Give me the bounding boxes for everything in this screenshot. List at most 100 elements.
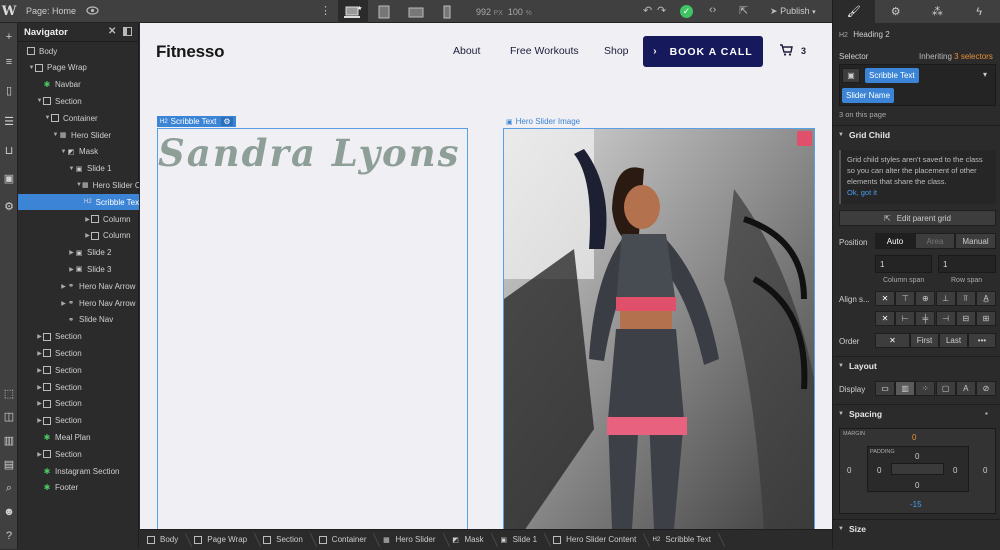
navigator-item[interactable]: ▶ ⚭ Hero Nav Arrow (18, 278, 139, 294)
position-area-button[interactable]: Area (915, 233, 955, 249)
position-manual-button[interactable]: Manual (955, 233, 996, 249)
spacing-options-icon[interactable]: ▪ (985, 409, 988, 418)
caret-icon[interactable]: ▼ (68, 166, 75, 172)
hero-slider-image[interactable] (503, 128, 815, 529)
ok-got-it-link[interactable]: Ok, got it (847, 188, 877, 197)
scribble-heading[interactable]: Sandra Lyons (158, 131, 460, 175)
tablet-breakpoint-icon[interactable] (401, 0, 431, 23)
search-icon[interactable]: ⌕ (0, 480, 18, 496)
navigator-item[interactable]: Body (18, 43, 139, 59)
scribble-text-selection[interactable] (157, 128, 468, 529)
layout-section[interactable]: ▼ Layout (833, 356, 1000, 374)
desktop-breakpoint-icon[interactable]: ★ (338, 0, 368, 23)
navigator-item[interactable]: ▶ ▣ Slide 3 (18, 261, 139, 277)
breadcrumb-item[interactable]: Page Wrap (187, 530, 256, 550)
settings-gear-icon[interactable]: ⚙ (0, 198, 18, 214)
caret-icon[interactable]: ▶ (68, 266, 75, 273)
margin-right-value[interactable]: 0 (983, 466, 987, 475)
more-vertical-icon[interactable]: ⋮ (320, 4, 331, 17)
interactions-bolt-icon[interactable]: ϟ (958, 0, 1000, 23)
display-inline-icon[interactable]: A (955, 381, 976, 396)
pages-icon[interactable]: ▯ (0, 82, 18, 98)
selected-element-badge[interactable]: H2 Scribble Text ⚙ (157, 116, 236, 127)
selector-chip-scribble-text[interactable]: Scribble Text (865, 68, 919, 83)
caret-icon[interactable]: ▶ (60, 283, 67, 290)
navigator-item[interactable]: ▶ Section (18, 329, 139, 345)
caret-icon[interactable]: ▼ (36, 98, 43, 104)
tablet-landscape-breakpoint-icon[interactable] (369, 0, 399, 23)
spacing-section[interactable]: ▼ Spacing ▪ (833, 404, 1000, 422)
navigator-item[interactable]: ▶ Column (18, 228, 139, 244)
caret-icon[interactable]: ▼ (60, 149, 67, 155)
breadcrumb-item[interactable]: ▦ Hero Slider (375, 530, 444, 550)
display-block-icon[interactable]: ▭ (875, 381, 895, 396)
grid-child-section[interactable]: ▼ Grid Child (833, 125, 1000, 143)
breadcrumb-item[interactable]: ◩ Mask (445, 530, 493, 550)
settings-gear-icon[interactable]: ⚙ (875, 0, 917, 23)
order-last-button[interactable]: Last (939, 333, 968, 348)
display-inline-block-icon[interactable]: ▢ (935, 381, 956, 396)
navigator-item[interactable]: ✱ Footer (18, 480, 139, 496)
caret-icon[interactable]: ▶ (36, 400, 43, 407)
navigator-item[interactable]: ▶ Section (18, 446, 139, 462)
navigator-item[interactable]: ▶ Section (18, 396, 139, 412)
justify-space-icon[interactable]: ⊞ (976, 311, 996, 326)
audit-icon[interactable]: ▥ (0, 432, 18, 448)
collaborators-icon[interactable]: ☻ (0, 504, 18, 520)
navigator-item[interactable]: ▶ ⚭ Hero Nav Arrow (18, 295, 139, 311)
caret-icon[interactable]: ▶ (36, 384, 43, 391)
add-panel-icon[interactable]: + (0, 29, 18, 45)
navigator-item[interactable]: ▼ ▦ Hero Slider (18, 127, 139, 143)
cart-icon[interactable] (779, 44, 793, 59)
selector-image-icon[interactable]: ▣ (842, 68, 860, 83)
publish-button[interactable]: ➤ Publish ▾ (770, 6, 816, 17)
nav-link-about[interactable]: About (453, 45, 480, 57)
navigator-item[interactable]: ▶ Section (18, 362, 139, 378)
padding-right-value[interactable]: 0 (953, 466, 957, 475)
caret-icon[interactable]: ▶ (60, 300, 67, 307)
preview-eye-icon[interactable] (86, 4, 99, 20)
settings-gear-icon[interactable]: ⚙ (221, 117, 233, 126)
undo-icon[interactable]: ↶ (643, 4, 652, 17)
navigator-icon[interactable]: ≡ (0, 54, 18, 70)
ecommerce-icon[interactable]: ⊔ (0, 142, 18, 158)
padding-bottom-value[interactable]: 0 (915, 481, 919, 490)
navigator-item[interactable]: ▼ Container (18, 110, 139, 126)
caret-icon[interactable]: ▼ (28, 65, 35, 71)
site-logo[interactable]: Fitnesso (156, 42, 225, 62)
justify-center-icon[interactable]: ╪ (915, 311, 936, 326)
navigator-item[interactable]: ▼ Page Wrap (18, 60, 139, 76)
align-baseline-icon[interactable]: A̲ (976, 291, 996, 306)
caret-icon[interactable]: ▼ (52, 132, 59, 138)
breadcrumb-item[interactable]: Body (140, 530, 187, 550)
navigator-item[interactable]: ▼ Section (18, 93, 139, 109)
align-center-icon[interactable]: ⊕ (915, 291, 936, 306)
breadcrumb-item[interactable]: Hero Slider Content (546, 530, 645, 550)
assets-icon[interactable]: ▣ (0, 170, 18, 186)
navigator-item[interactable]: ▶ Section (18, 345, 139, 361)
redo-icon[interactable]: ↷ (657, 4, 666, 17)
display-none-icon[interactable]: ⊘ (976, 381, 996, 396)
history-icon[interactable]: ▤ (0, 456, 18, 472)
image-settings-icon[interactable] (797, 131, 812, 146)
navigator-item[interactable]: ▶ Section (18, 413, 139, 429)
navigator-item[interactable]: ▶ Section (18, 379, 139, 395)
navigator-item[interactable]: H2 Scribble Text (18, 194, 139, 211)
code-icon[interactable]: ‹› (709, 4, 716, 16)
select-tool-icon[interactable]: ⬚ (0, 385, 18, 401)
design-canvas[interactable]: Fitnesso About Free Workouts Shop › BOOK… (140, 23, 832, 529)
caret-icon[interactable]: ▶ (36, 451, 43, 458)
navigator-item[interactable]: ▶ ▣ Slide 2 (18, 245, 139, 261)
style-manager-drops-icon[interactable]: ⁂ (917, 0, 959, 23)
pin-panel-icon[interactable] (123, 27, 132, 36)
caret-icon[interactable]: ▶ (36, 350, 43, 357)
navigator-item[interactable]: ▼▦Hero Slider Content (18, 177, 139, 193)
display-flex-icon[interactable]: ▥ (895, 381, 916, 396)
margin-top-value[interactable]: 0 (912, 433, 916, 442)
navigator-item[interactable]: ⚭ Slide Nav (18, 312, 139, 328)
padding-top-value[interactable]: 0 (915, 452, 919, 461)
caret-icon[interactable]: ▶ (84, 232, 91, 239)
margin-left-value[interactable]: 0 (847, 466, 851, 475)
breadcrumb-item[interactable]: Section (256, 530, 312, 550)
preview-tool-icon[interactable]: ◫ (0, 408, 18, 424)
